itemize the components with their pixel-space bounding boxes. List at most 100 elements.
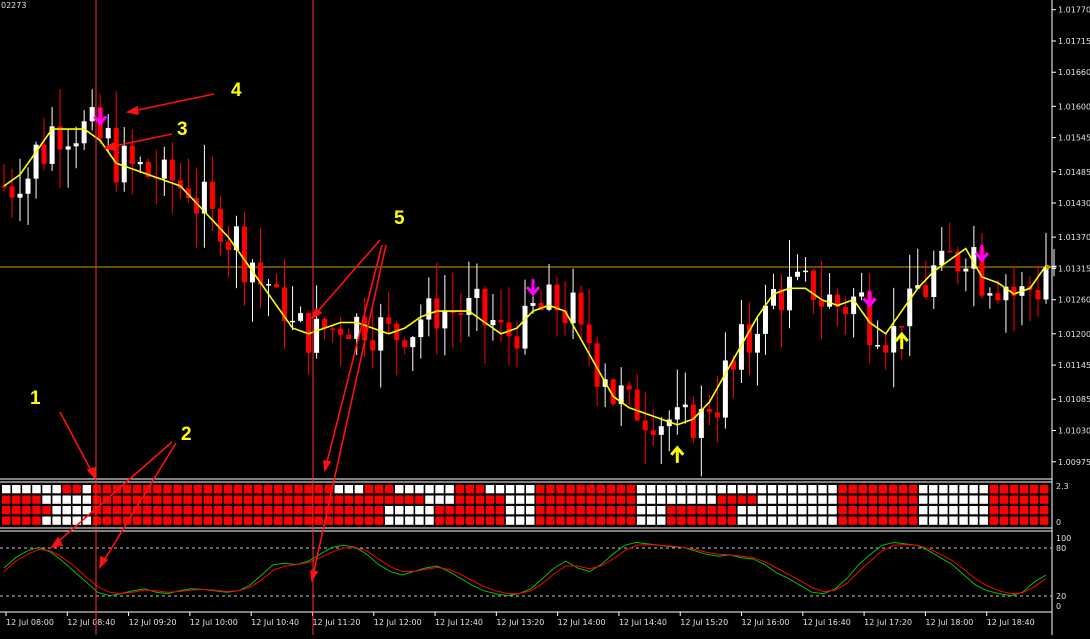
matrix-cell [667, 495, 676, 504]
matrix-cell [133, 516, 142, 525]
candle-body [514, 336, 520, 349]
matrix-cell [636, 516, 646, 525]
matrix-cell [153, 485, 162, 494]
matrix-cell [878, 516, 888, 525]
matrix-cell [1029, 495, 1039, 504]
candle-body [129, 145, 135, 165]
matrix-cell [395, 495, 404, 504]
matrix-cell [616, 495, 626, 504]
matrix-cell [515, 506, 525, 515]
matrix-cell [687, 516, 696, 525]
candle-body [859, 292, 865, 297]
matrix-cell [868, 495, 878, 504]
matrix-cell [364, 506, 374, 515]
time-axis-label: 12 Jul 13:20 [496, 618, 544, 627]
candle-body [426, 298, 432, 320]
matrix-cell [818, 485, 827, 494]
matrix-cell [475, 495, 485, 504]
matrix-cell [908, 485, 918, 494]
matrix-cell [788, 506, 797, 515]
matrix-cell [1039, 516, 1049, 525]
matrix-cell [646, 485, 656, 494]
matrix-cell [606, 516, 616, 525]
matrix-cell [868, 485, 878, 494]
price-axis-label: 1.01430 [1058, 199, 1090, 208]
candle-body [762, 305, 768, 334]
matrix-cell [334, 485, 344, 494]
matrix-cell [828, 506, 837, 515]
matrix-cell [465, 485, 475, 494]
matrix-cell [22, 516, 31, 525]
matrix-cell [1009, 516, 1019, 525]
matrix-cell [395, 506, 404, 515]
matrix-cell [213, 516, 223, 525]
candle-body [787, 276, 793, 311]
matrix-cell [747, 516, 757, 525]
matrix-cell [959, 495, 968, 504]
matrix-cell [979, 506, 988, 515]
matrix-cell [495, 506, 505, 515]
time-axis-label: 12 Jul 14:40 [619, 618, 667, 627]
matrix-cell [203, 485, 213, 494]
candle-body [883, 345, 889, 353]
price-axis-label: 1.01715 [1058, 37, 1090, 46]
matrix-cell [989, 485, 999, 494]
matrix-cell [858, 495, 868, 504]
matrix-cell [888, 495, 898, 504]
matrix-cell [495, 485, 505, 494]
candle-body [586, 324, 592, 344]
matrix-cell [919, 485, 928, 494]
matrix-cell [848, 495, 857, 504]
matrix-cell [395, 516, 404, 525]
matrix-cell [798, 516, 807, 525]
price-chart-svg[interactable]: 1.01770 1.01715 1.01660 1.01600 1.01545 1.014… [0, 0, 1090, 635]
matrix-cell [848, 506, 857, 515]
matrix-cell [818, 506, 827, 515]
matrix-cell [898, 516, 908, 525]
matrix-cell [526, 495, 535, 504]
matrix-cell [304, 516, 313, 525]
matrix-cell [1019, 506, 1029, 515]
matrix-cell [163, 506, 172, 515]
forex-chart-window[interactable]: 1.01770 1.01715 1.01660 1.01600 1.01545 1.014… [0, 0, 1090, 635]
candle-body [290, 320, 296, 323]
price-axis-label: 1.01145 [1058, 361, 1090, 370]
matrix-cell [314, 516, 323, 525]
matrix-cell [566, 495, 575, 504]
time-axis-label: 12 Jul 08:40 [67, 618, 115, 627]
annotation-label-1: 1 [30, 388, 41, 409]
matrix-cell [536, 506, 545, 515]
osc-axis-80: 80 [1056, 544, 1066, 553]
candle-body [266, 284, 272, 286]
candle-body [530, 303, 536, 306]
matrix-cell [485, 506, 495, 515]
candle-body [105, 128, 111, 139]
matrix-cell [284, 495, 293, 504]
matrix-cell [173, 495, 182, 504]
matrix-cell [253, 485, 263, 494]
candle-body [81, 121, 87, 144]
matrix-cell [314, 495, 323, 504]
matrix-cell [264, 495, 273, 504]
time-axis-label: 12 Jul 18:40 [987, 618, 1035, 627]
annotation-label-3: 3 [177, 119, 188, 140]
candle-body [225, 241, 231, 251]
price-axis-label: 1.01600 [1058, 102, 1090, 111]
candle-body [314, 318, 320, 353]
matrix-cell [969, 516, 978, 525]
matrix-cell [435, 495, 444, 504]
matrix-cell [163, 516, 172, 525]
matrix-cell [485, 495, 495, 504]
matrix-cell [737, 485, 747, 494]
matrix-cell [919, 516, 928, 525]
matrix-cell [606, 506, 616, 515]
price-axis-label: 1.00975 [1058, 458, 1090, 467]
matrix-cell [425, 516, 434, 525]
matrix-cell [143, 516, 152, 525]
matrix-cell [2, 506, 11, 515]
matrix-cell [747, 495, 757, 504]
candle-body [474, 288, 480, 299]
matrix-cell [697, 495, 706, 504]
matrix-cell [223, 516, 233, 525]
matrix-cell [253, 506, 263, 515]
